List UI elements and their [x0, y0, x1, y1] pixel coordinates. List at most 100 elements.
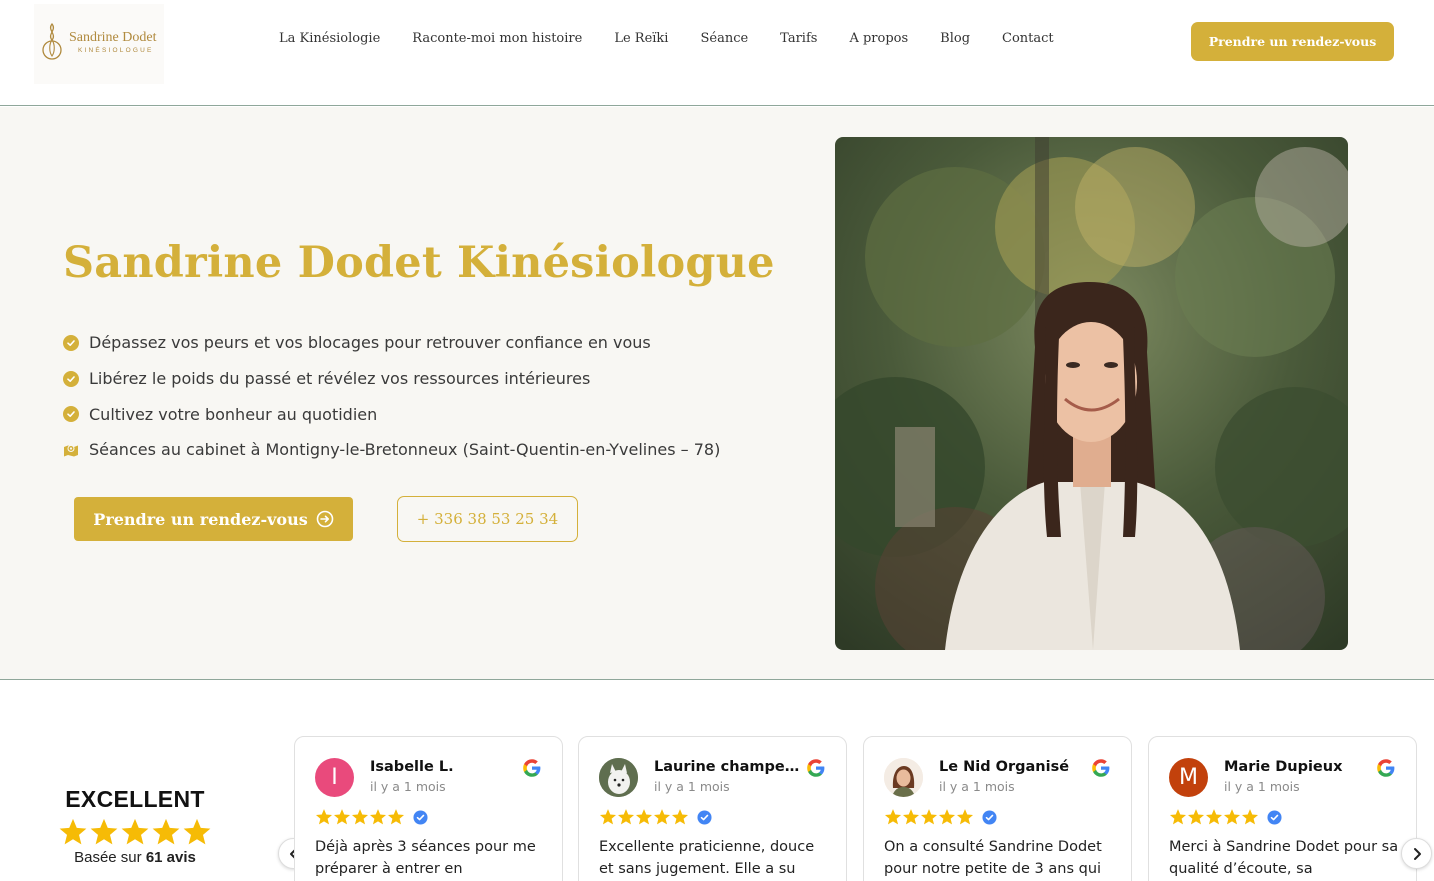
google-icon [523, 759, 541, 777]
hero-benefits-list: Dépassez vos peurs et vos blocages pour … [63, 325, 720, 468]
list-item: Dépassez vos peurs et vos blocages pour … [63, 325, 720, 361]
star-icon [90, 818, 118, 845]
nav-item-reiki[interactable]: Le Reïki [614, 31, 668, 46]
benefit-text: Libérez le poids du passé et révélez vos… [89, 369, 591, 389]
star-icon [920, 809, 938, 825]
star-icon [333, 809, 351, 825]
review-text: Excellente praticienne, douce et sans ju… [599, 839, 815, 877]
star-icon [183, 818, 211, 845]
hero-appointment-label: Prendre un rendez-vous [93, 509, 308, 529]
review-text: On a consulté Sandrine Dodet pour notre … [884, 839, 1102, 877]
review-date: il y a 1 mois [1224, 779, 1300, 794]
reviews-count: Basée sur 61 avis [40, 849, 230, 866]
reviews-count-value: 61 avis [145, 849, 196, 866]
carousel-next-button[interactable] [1401, 838, 1432, 869]
portrait-photo [835, 137, 1348, 650]
review-stars [884, 808, 997, 826]
review-stars [315, 808, 428, 826]
map-icon [64, 444, 78, 457]
review-date: il y a 1 mois [939, 779, 1015, 794]
hero-appointment-button[interactable]: Prendre un rendez-vous [74, 497, 353, 541]
check-circle-icon [63, 406, 79, 423]
logo[interactable]: Sandrine Dodet KINÉSIOLOGUE [34, 4, 164, 84]
avatar [884, 758, 923, 797]
logo-mark-icon [42, 22, 62, 60]
review-text: Déjà après 3 séances pour me préparer à … [315, 839, 536, 877]
list-item: Séances au cabinet à Montigny-le-Bretonn… [63, 432, 720, 468]
star-icon [315, 809, 333, 825]
review-stars [599, 808, 712, 826]
logo-subtitle: KINÉSIOLOGUE [78, 47, 154, 54]
logo-name: Sandrine Dodet [69, 30, 157, 45]
star-icon [653, 809, 671, 825]
review-stars [1169, 808, 1282, 826]
reviewer-name: Le Nid Organisé [939, 759, 1070, 775]
nav-item-raconte-moi[interactable]: Raconte-moi mon histoire [412, 31, 582, 46]
hero-title: Sandrine Dodet Kinésiologue [63, 238, 775, 288]
star-icon [1205, 809, 1223, 825]
reviews-section: EXCELLENT Basée sur 61 avis I Isabelle L… [0, 681, 1434, 881]
benefit-text: Cultivez votre bonheur au quotidien [89, 404, 378, 424]
check-circle-icon [63, 370, 79, 387]
avatar: I [315, 758, 354, 797]
nav-item-contact[interactable]: Contact [1002, 31, 1054, 46]
star-icon [599, 809, 617, 825]
verified-icon [413, 809, 428, 825]
star-icon [121, 818, 149, 845]
list-item: Cultivez votre bonheur au quotidien [63, 396, 720, 432]
review-text: Merci à Sandrine Dodet pour sa qualité d… [1169, 839, 1399, 877]
review-card: Le Nid Organisé il y a 1 mois On a consu… [863, 736, 1132, 881]
rating-label: EXCELLENT [65, 786, 205, 812]
summary-stars [40, 817, 230, 847]
star-icon [635, 809, 653, 825]
review-date: il y a 1 mois [654, 779, 730, 794]
reviewer-name: Isabelle L. [370, 759, 454, 775]
nav-item-blog[interactable]: Blog [940, 31, 970, 46]
verified-icon [697, 809, 712, 825]
benefit-text: Dépassez vos peurs et vos blocages pour … [89, 333, 651, 353]
check-circle-icon [63, 334, 79, 351]
nav-item-a-propos[interactable]: A propos [849, 31, 908, 46]
hero-section: Sandrine Dodet Kinésiologue Dépassez vos… [0, 107, 1434, 680]
star-icon [387, 809, 405, 825]
star-icon [671, 809, 689, 825]
reviews-count-prefix: Basée sur [74, 849, 142, 866]
avatar: M [1169, 758, 1208, 797]
list-item: Libérez le poids du passé et révélez vos… [63, 361, 720, 397]
phone-button[interactable]: + 336 38 53 25 34 [397, 496, 578, 542]
star-icon [884, 809, 902, 825]
star-icon [938, 809, 956, 825]
star-icon [617, 809, 635, 825]
location-text: Séances au cabinet à Montigny-le-Bretonn… [89, 440, 721, 460]
reviews-summary: EXCELLENT Basée sur 61 avis [40, 786, 230, 866]
review-card: Laurine champenois il y a 1 mois Excelle… [578, 736, 847, 881]
star-icon [152, 818, 180, 845]
google-icon [1092, 759, 1110, 777]
review-card: I Isabelle L. il y a 1 mois Déjà après 3… [294, 736, 563, 881]
site-header: Sandrine Dodet KINÉSIOLOGUE La Kinésiolo… [0, 0, 1434, 106]
nav-item-seance[interactable]: Séance [700, 31, 748, 46]
nav-item-kinesiologie[interactable]: La Kinésiologie [279, 31, 380, 46]
star-icon [1169, 809, 1187, 825]
star-icon [369, 809, 387, 825]
arrow-circle-right-icon [316, 510, 334, 528]
nav-item-tarifs[interactable]: Tarifs [780, 31, 817, 46]
star-icon [1187, 809, 1205, 825]
review-date: il y a 1 mois [370, 779, 446, 794]
star-icon [1223, 809, 1241, 825]
star-icon [1241, 809, 1259, 825]
verified-icon [1267, 809, 1282, 825]
reviewer-name: Marie Dupieux [1224, 759, 1343, 775]
verified-icon [982, 809, 997, 825]
chevron-right-icon [1413, 847, 1421, 860]
star-icon [59, 818, 87, 845]
header-appointment-button[interactable]: Prendre un rendez-vous [1191, 22, 1394, 61]
google-icon [807, 759, 825, 777]
star-icon [956, 809, 974, 825]
star-icon [902, 809, 920, 825]
reviewer-name: Laurine champenois [654, 759, 809, 775]
avatar [599, 758, 638, 797]
review-card: M Marie Dupieux il y a 1 mois Merci à Sa… [1148, 736, 1417, 881]
google-icon [1377, 759, 1395, 777]
main-nav: La Kinésiologie Raconte-moi mon histoire… [279, 31, 1086, 46]
